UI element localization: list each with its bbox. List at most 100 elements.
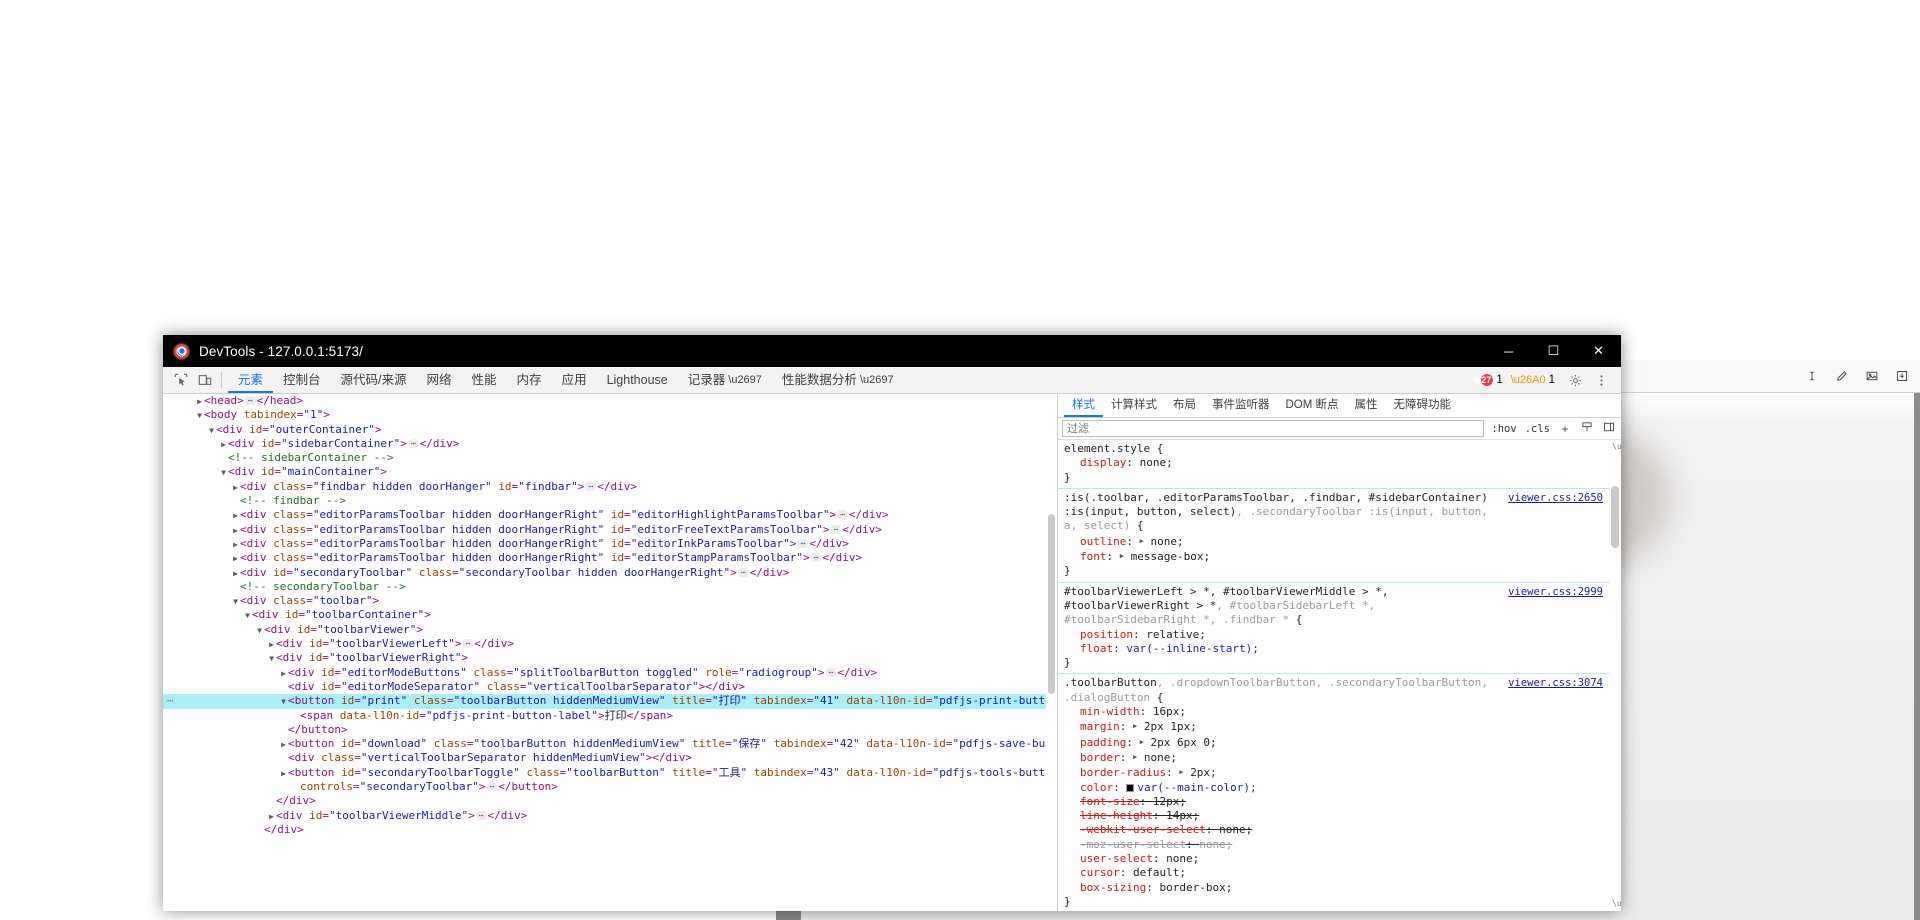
expand-triangle-icon[interactable] — [219, 438, 228, 452]
text-select-icon[interactable] — [1800, 365, 1824, 387]
css-property-value[interactable]: 14px; — [1166, 809, 1199, 822]
dom-node[interactable]: <span data-l10n-id="pdfjs-print-button-l… — [163, 709, 1057, 723]
dom-node[interactable]: <div id="toolbarViewer"> — [163, 623, 1057, 637]
dom-tree-scrollbar[interactable] — [1046, 394, 1057, 911]
css-property-name[interactable]: position — [1080, 628, 1133, 641]
tab-memory[interactable]: 内存 — [507, 367, 552, 393]
dom-node[interactable]: <div id="sidebarContainer">⋯</div> — [163, 437, 1057, 451]
css-declaration[interactable]: font: ▶ message-box; — [1064, 549, 1615, 564]
expand-triangle-icon[interactable] — [231, 524, 240, 538]
expand-shorthand-icon[interactable]: ▶ — [1179, 765, 1183, 779]
dom-node[interactable]: <div id="toolbarViewerMiddle">⋯</div> — [163, 809, 1057, 823]
css-property-value[interactable]: border-box; — [1159, 881, 1232, 894]
dom-tree[interactable]: <head>⋯</head><body tabindex="1"><div id… — [163, 394, 1057, 837]
draw-icon[interactable] — [1830, 365, 1854, 387]
css-property-name[interactable]: display — [1080, 456, 1126, 469]
css-property-name[interactable]: margin — [1080, 720, 1120, 733]
tab-performance-insights[interactable]: 性能数据分析 \u2697 — [772, 367, 904, 393]
tab-console[interactable]: 控制台 — [273, 367, 331, 393]
expand-ellipsis-button[interactable]: ⋯ — [797, 538, 809, 548]
expand-triangle-icon[interactable] — [231, 481, 240, 495]
css-declaration[interactable]: border: ▶ none; — [1064, 750, 1615, 765]
dom-node[interactable]: <!-- secondaryToolbar --> — [163, 580, 1057, 594]
dom-node[interactable]: <div class="editorParamsToolbar hidden d… — [163, 508, 1057, 522]
expand-shorthand-icon[interactable]: ▶ — [1120, 549, 1124, 563]
collapse-triangle-icon[interactable] — [207, 424, 216, 438]
css-property-name[interactable]: outline — [1080, 535, 1126, 548]
close-button[interactable]: ✕ — [1576, 335, 1621, 367]
hov-button[interactable]: :hov — [1490, 423, 1517, 435]
dom-node[interactable]: <div class="editorParamsToolbar hidden d… — [163, 537, 1057, 551]
collapse-triangle-icon[interactable] — [231, 595, 240, 609]
scroll-down-arrow[interactable]: \u25BC — [1612, 897, 1621, 911]
css-property-value[interactable]: 2px 6px 0; — [1150, 736, 1216, 749]
css-property-name[interactable]: -moz-user-select — [1080, 838, 1186, 851]
plus-icon[interactable]: + — [1557, 422, 1573, 436]
dom-node[interactable]: <div id="secondaryToolbar" class="second… — [163, 566, 1057, 580]
expand-shorthand-icon[interactable]: ▶ — [1133, 719, 1137, 733]
css-declaration[interactable]: color: var(--main-color); — [1064, 781, 1615, 795]
expand-triangle-icon[interactable] — [267, 810, 276, 824]
css-rule[interactable]: :is(.toolbar, .editorParamsToolbar, .fin… — [1058, 489, 1621, 583]
css-property-value[interactable]: none; — [1140, 456, 1173, 469]
tab-sources[interactable]: 源代码/来源 — [331, 367, 417, 393]
dom-node[interactable]: <head>⋯</head> — [163, 394, 1057, 408]
expand-ellipsis-button[interactable]: ⋯ — [810, 553, 822, 563]
collapse-triangle-icon[interactable] — [279, 695, 288, 709]
tab-layout[interactable]: 布局 — [1165, 394, 1204, 417]
tab-computed[interactable]: 计算样式 — [1103, 394, 1165, 417]
css-property-value[interactable]: none; — [1166, 852, 1199, 865]
tab-lighthouse[interactable]: Lighthouse — [597, 367, 678, 393]
css-property-name[interactable]: color — [1080, 781, 1113, 794]
minimize-button[interactable]: ─ — [1486, 335, 1531, 367]
expand-ellipsis-button[interactable]: ⋯ — [825, 667, 837, 677]
dom-node[interactable]: <div id="toolbarContainer"> — [163, 608, 1057, 622]
css-property-value[interactable]: none; — [1150, 535, 1183, 548]
css-property-value[interactable]: 12px; — [1153, 795, 1186, 808]
css-property-name[interactable]: font — [1080, 550, 1107, 563]
new-style-rule-icon[interactable] — [1579, 421, 1595, 436]
css-selector[interactable]: element.style { — [1064, 442, 1615, 456]
collapse-triangle-icon[interactable] — [255, 624, 264, 638]
dom-node[interactable]: <div id="outerContainer"> — [163, 423, 1057, 437]
cls-button[interactable]: .cls — [1524, 423, 1551, 435]
css-declaration[interactable]: user-select: none; — [1064, 852, 1615, 866]
css-property-name[interactable]: box-sizing — [1080, 881, 1146, 894]
scrollbar-thumb[interactable] — [1048, 514, 1055, 694]
css-property-value[interactable]: var(--main-color); — [1137, 781, 1256, 794]
css-declaration[interactable]: margin: ▶ 2px 1px; — [1064, 719, 1615, 734]
css-property-value[interactable]: none; — [1199, 838, 1232, 851]
css-declaration[interactable]: padding: ▶ 2px 6px 0; — [1064, 735, 1615, 750]
dom-node[interactable]: <div id="toolbarViewerLeft">⋯</div> — [163, 637, 1057, 651]
collapse-triangle-icon[interactable] — [267, 652, 276, 666]
css-property-name[interactable]: float — [1080, 642, 1113, 655]
css-property-value[interactable]: default; — [1133, 866, 1186, 879]
dom-node[interactable]: </div> — [163, 794, 1057, 808]
dom-node[interactable]: <div class="toolbar"> — [163, 594, 1057, 608]
expand-triangle-icon[interactable] — [279, 738, 288, 752]
gear-icon[interactable] — [1563, 368, 1587, 392]
dom-tree-pane[interactable]: <head>⋯</head><body tabindex="1"><div id… — [163, 394, 1058, 911]
tab-performance[interactable]: 性能 — [462, 367, 507, 393]
expand-ellipsis-button[interactable]: ⋯ — [737, 567, 749, 577]
scroll-up-arrow[interactable]: \u25B2 — [1612, 440, 1621, 454]
expand-ellipsis-button[interactable]: ⋯ — [244, 396, 256, 405]
css-declaration[interactable]: display: none; — [1064, 456, 1615, 470]
dom-node[interactable]: </button> — [163, 723, 1057, 737]
css-declaration[interactable]: position: relative; — [1064, 628, 1615, 642]
dom-node[interactable]: <div id="mainContainer"> — [163, 465, 1057, 479]
expand-triangle-icon[interactable] — [231, 567, 240, 581]
tab-recorder[interactable]: 记录器 \u2697 — [678, 367, 772, 393]
css-source-link[interactable]: viewer.css:2999 — [1508, 585, 1603, 599]
css-rule[interactable]: .toolbarButton, .dropdownToolbarButton, … — [1058, 674, 1621, 911]
expand-ellipsis-button[interactable]: ⋯ — [830, 524, 842, 534]
panel-toggle-icon[interactable] — [1601, 421, 1617, 436]
expand-triangle-icon[interactable] — [279, 667, 288, 681]
css-property-value[interactable]: 2px; — [1190, 766, 1217, 779]
dom-node[interactable]: <button id="download" class="toolbarButt… — [163, 737, 1057, 751]
expand-triangle-icon[interactable] — [231, 509, 240, 523]
css-property-name[interactable]: min-width — [1080, 705, 1140, 718]
dom-node-selected[interactable]: <button id="print" class="toolbarButton … — [163, 694, 1057, 709]
dom-node[interactable]: <div id="toolbarViewerRight"> — [163, 651, 1057, 665]
dom-node[interactable]: controls="secondaryToolbar"> ⋯ </button> — [163, 780, 1057, 794]
